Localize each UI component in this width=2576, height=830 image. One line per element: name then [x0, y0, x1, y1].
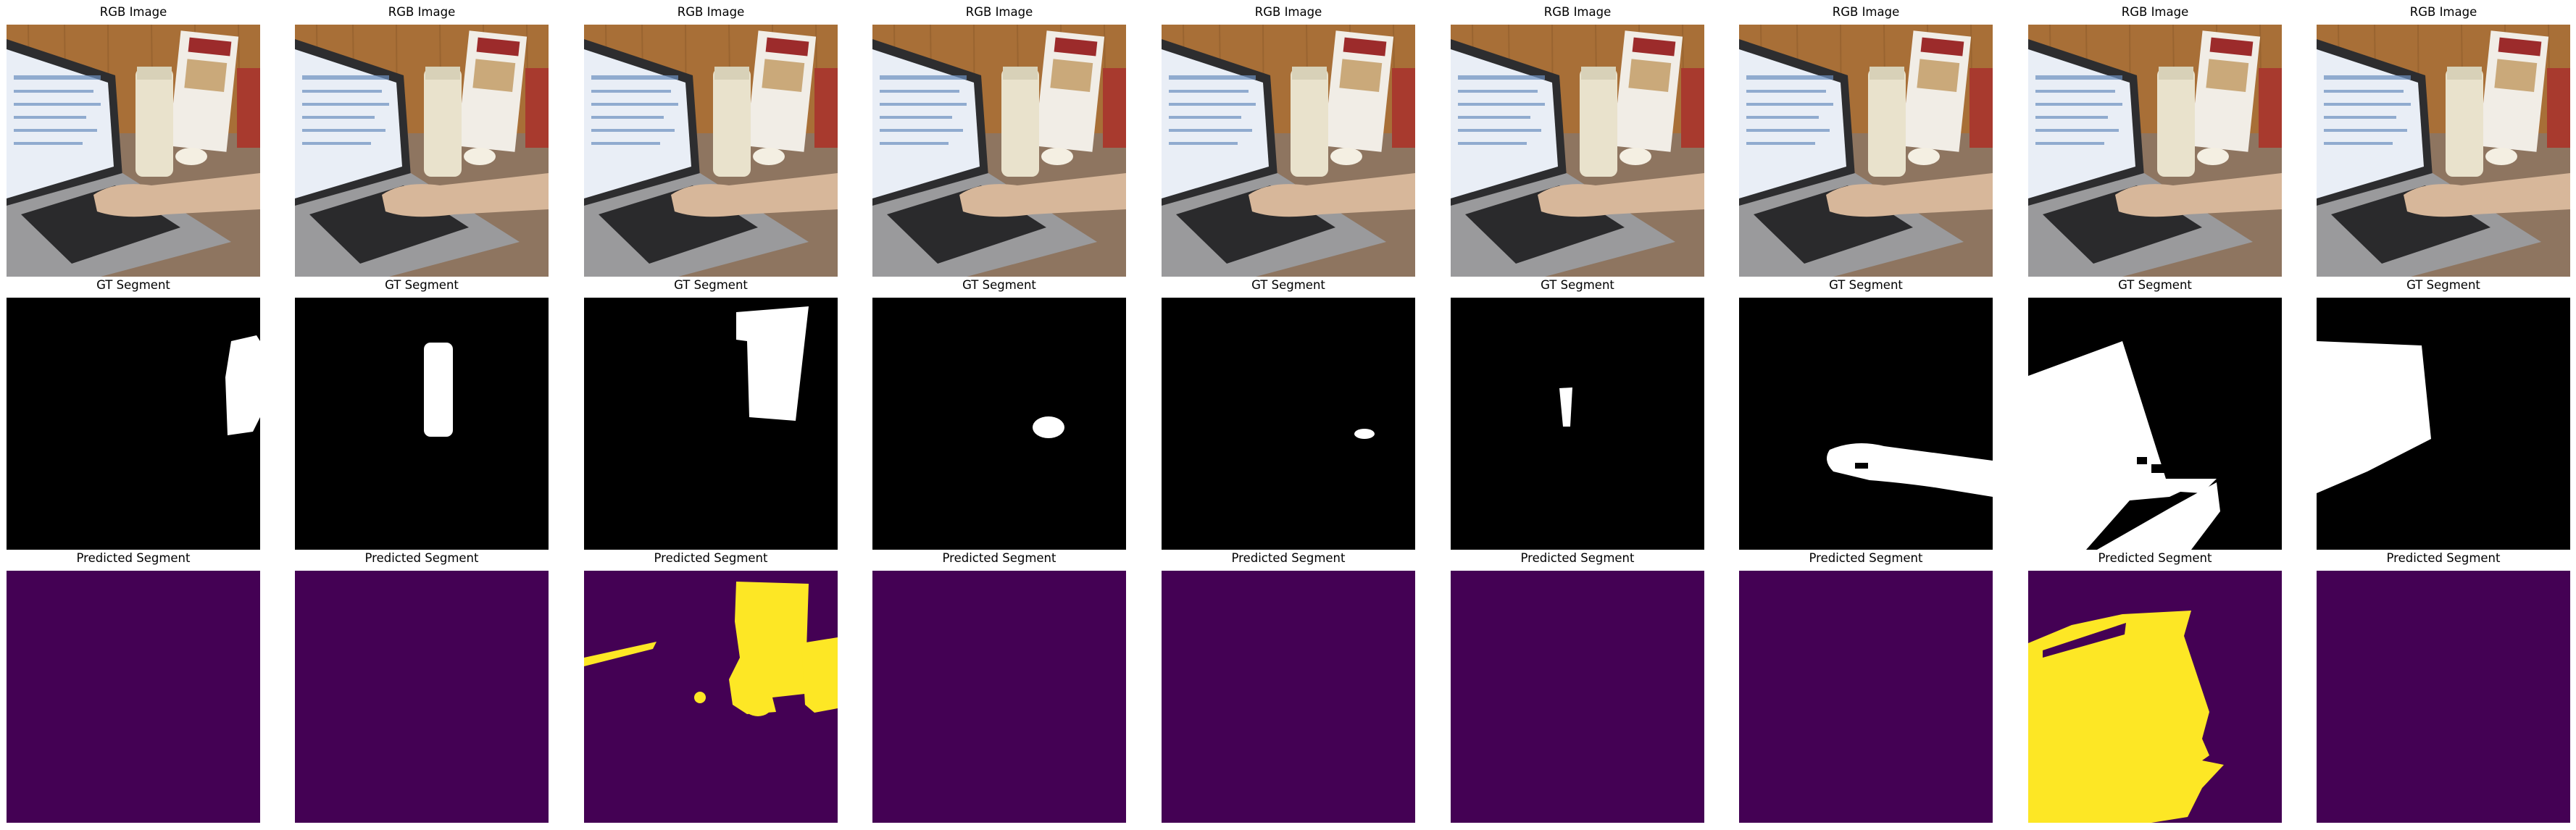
- pred-image: [872, 571, 1126, 823]
- pred-panel-title: Predicted Segment: [364, 551, 479, 565]
- rgb-image: [295, 25, 549, 277]
- rgb-panel-title: RGB Image: [1543, 5, 1612, 19]
- rgb-panel-title: RGB Image: [1254, 5, 1322, 19]
- rgb-panel-title: RGB Image: [1832, 5, 1900, 19]
- pred-panel-title: Predicted Segment: [76, 551, 191, 565]
- pred-image: [295, 571, 549, 823]
- rgb-image: [1162, 25, 1415, 277]
- pred-panel-title: Predicted Segment: [2386, 551, 2501, 565]
- rgb-panel-title: RGB Image: [965, 5, 1033, 19]
- gt-image: [1162, 298, 1415, 550]
- gt-image: [584, 298, 838, 550]
- rgb-image: [1739, 25, 1993, 277]
- gt-panel-title: GT Segment: [1251, 278, 1325, 292]
- gt-panel-title: GT Segment: [385, 278, 459, 292]
- gt-panel-title: GT Segment: [1541, 278, 1614, 292]
- rgb-image: [2028, 25, 2282, 277]
- rgb-panel-title: RGB Image: [2409, 5, 2477, 19]
- gt-image: [1739, 298, 1993, 550]
- rgb-panel-title: RGB Image: [2121, 5, 2189, 19]
- pred-image: [584, 571, 838, 823]
- rgb-image: [584, 25, 838, 277]
- pred-image: [7, 571, 260, 823]
- gt-image: [2028, 298, 2282, 550]
- pred-image: [1739, 571, 1993, 823]
- gt-panel-title: GT Segment: [1829, 278, 1903, 292]
- pred-panel-title: Predicted Segment: [654, 551, 768, 565]
- pred-panel-title: Predicted Segment: [1809, 551, 1923, 565]
- pred-panel-title: Predicted Segment: [1520, 551, 1635, 565]
- rgb-panel-title: RGB Image: [677, 5, 745, 19]
- pred-image: [2317, 571, 2570, 823]
- gt-image: [1451, 298, 1704, 550]
- pred-panel-title: Predicted Segment: [942, 551, 1056, 565]
- gt-panel-title: GT Segment: [2118, 278, 2192, 292]
- rgb-image: [7, 25, 260, 277]
- pred-panel-title: Predicted Segment: [2098, 551, 2212, 565]
- pred-image: [1451, 571, 1704, 823]
- gt-image: [7, 298, 260, 550]
- rgb-panel-title: RGB Image: [388, 5, 456, 19]
- gt-panel-title: GT Segment: [962, 278, 1036, 292]
- gt-panel-title: GT Segment: [674, 278, 748, 292]
- gt-image: [295, 298, 549, 550]
- gt-panel-title: GT Segment: [2406, 278, 2480, 292]
- gt-panel-title: GT Segment: [96, 278, 170, 292]
- gt-image: [872, 298, 1126, 550]
- pred-panel-title: Predicted Segment: [1231, 551, 1346, 565]
- pred-image: [1162, 571, 1415, 823]
- rgb-image: [872, 25, 1126, 277]
- rgb-panel-title: RGB Image: [99, 5, 167, 19]
- gt-image: [2317, 298, 2570, 550]
- pred-image: [2028, 571, 2282, 823]
- rgb-image: [1451, 25, 1704, 277]
- rgb-image: [2317, 25, 2570, 277]
